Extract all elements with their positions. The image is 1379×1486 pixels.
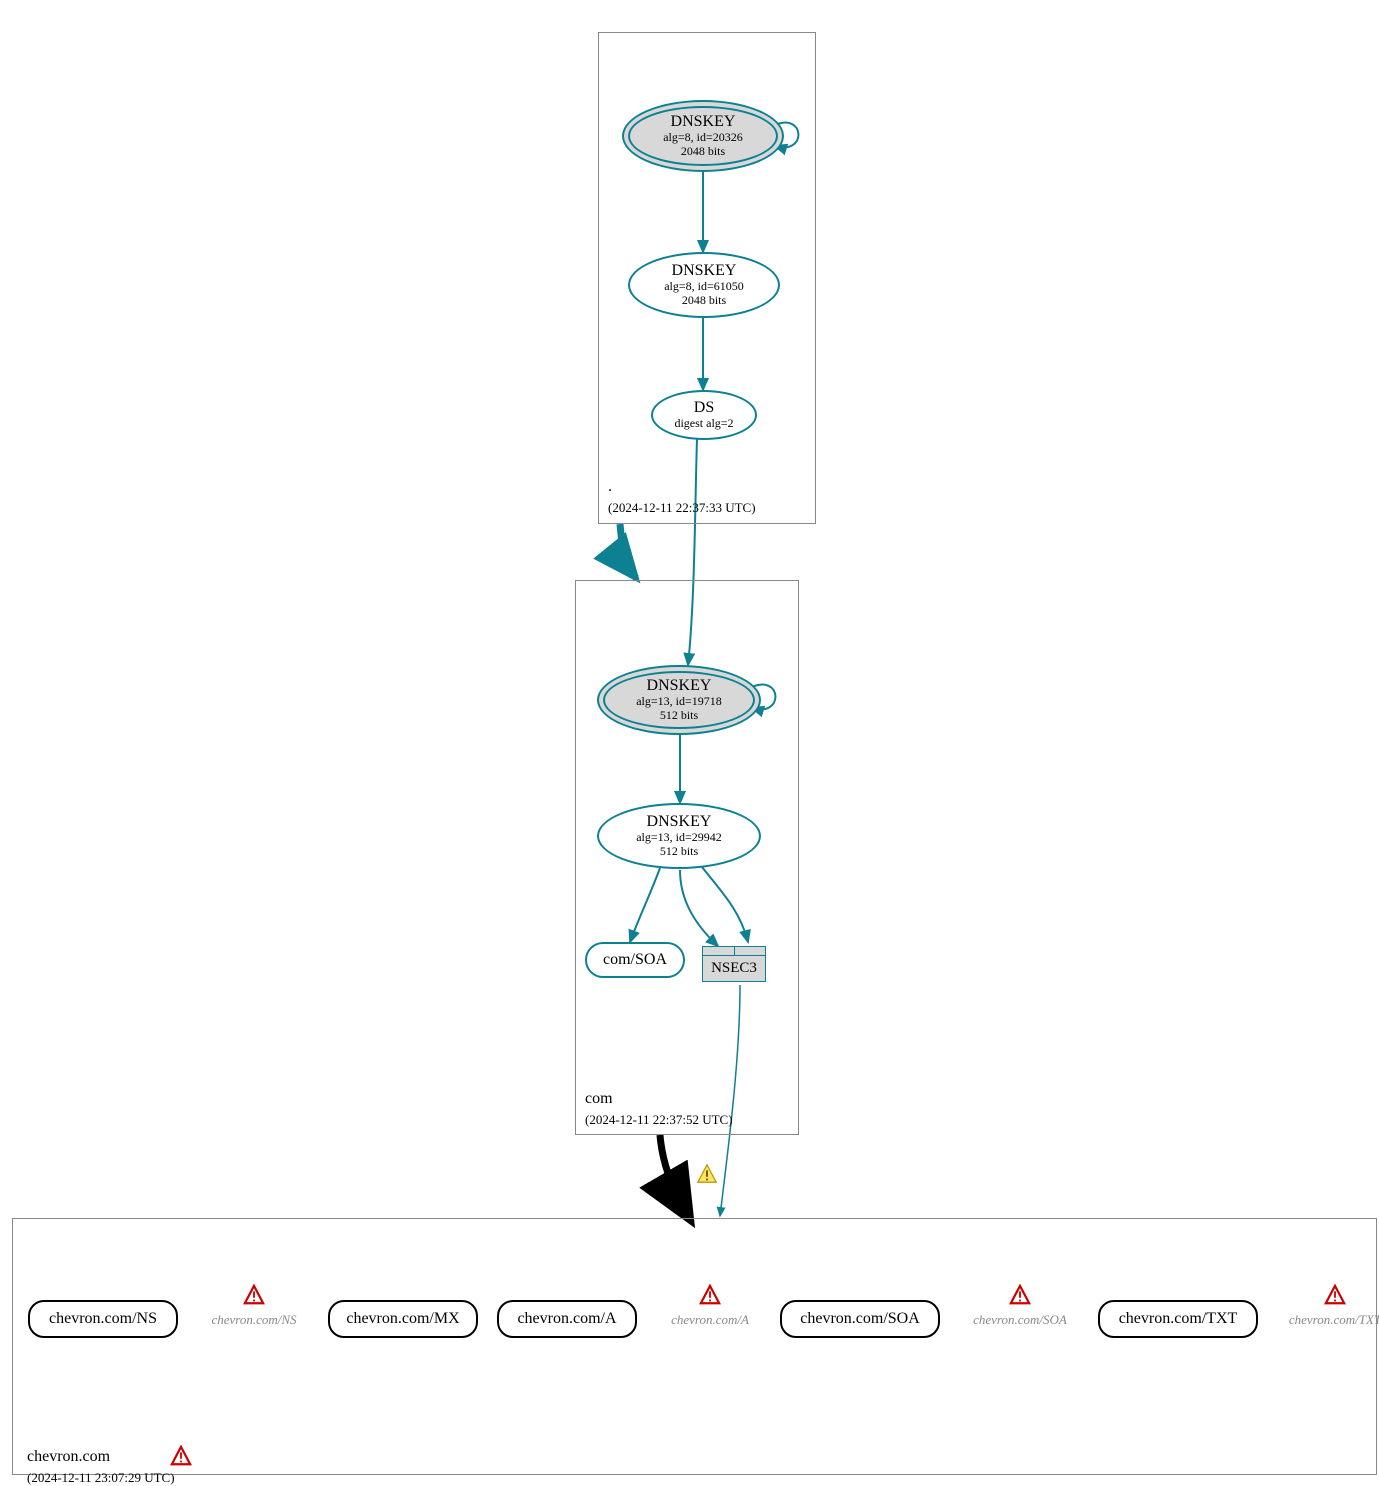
zone-domain — [12, 1218, 1377, 1475]
node-line1: alg=13, id=29942 — [636, 831, 722, 845]
record-label: chevron.com/SOA — [800, 1310, 920, 1328]
error-icon — [1324, 1284, 1346, 1306]
ghost-record: chevron.com/SOA — [958, 1312, 1082, 1328]
com-nsec3: NSEC3 — [702, 946, 766, 982]
error-icon — [699, 1284, 721, 1306]
record-chevron-com-soa: chevron.com/SOA — [780, 1300, 940, 1338]
node-title: DNSKEY — [647, 813, 712, 831]
node-line1: alg=8, id=61050 — [664, 280, 744, 294]
zone-domain-name: chevron.com — [27, 1448, 110, 1466]
zone-domain-timestamp: (2024-12-11 23:07:29 UTC) — [27, 1470, 175, 1486]
record-chevron-com-mx: chevron.com/MX — [328, 1300, 478, 1338]
record-label: chevron.com/MX — [346, 1310, 459, 1328]
node-label: NSEC3 — [711, 960, 757, 977]
error-icon — [243, 1284, 265, 1306]
node-line2: 512 bits — [660, 845, 698, 859]
node-line1: alg=13, id=19718 — [636, 695, 722, 709]
node-title: DNSKEY — [672, 262, 737, 280]
node-label: com/SOA — [603, 951, 667, 969]
com-soa: com/SOA — [585, 942, 685, 978]
root-ksk: DNSKEY alg=8, id=20326 2048 bits — [622, 100, 784, 172]
record-chevron-com-a: chevron.com/A — [497, 1300, 637, 1338]
node-title: DNSKEY — [671, 113, 736, 131]
record-label: chevron.com/NS — [49, 1310, 157, 1328]
root-ds: DS digest alg=2 — [651, 390, 757, 440]
ghost-record: chevron.com/A — [655, 1312, 765, 1328]
ghost-record: chevron.com/TXT — [1276, 1312, 1379, 1328]
record-chevron-com-ns: chevron.com/NS — [28, 1300, 178, 1338]
warning-icon — [696, 1163, 718, 1185]
zone-root-timestamp: (2024-12-11 22:37:33 UTC) — [608, 500, 756, 516]
error-icon — [1009, 1284, 1031, 1306]
node-line2: 2048 bits — [681, 145, 725, 159]
zone-root-name: . — [608, 478, 612, 496]
node-line2: 512 bits — [660, 709, 698, 723]
record-chevron-com-txt: chevron.com/TXT — [1098, 1300, 1258, 1338]
node-title: DS — [694, 399, 714, 417]
node-line1: digest alg=2 — [674, 417, 733, 431]
zone-com-name: com — [585, 1090, 613, 1108]
error-icon — [170, 1445, 192, 1467]
node-title: DNSKEY — [647, 677, 712, 695]
dnssec-graph: . (2024-12-11 22:37:33 UTC) DNSKEY alg=8… — [0, 0, 1379, 1477]
record-label: chevron.com/TXT — [1119, 1310, 1238, 1328]
com-ksk: DNSKEY alg=13, id=19718 512 bits — [597, 665, 761, 735]
record-label: chevron.com/A — [517, 1310, 616, 1328]
root-zsk: DNSKEY alg=8, id=61050 2048 bits — [628, 252, 780, 318]
zone-com-timestamp: (2024-12-11 22:37:52 UTC) — [585, 1112, 733, 1128]
com-zsk: DNSKEY alg=13, id=29942 512 bits — [597, 803, 761, 869]
node-line2: 2048 bits — [682, 294, 726, 308]
ghost-record: chevron.com/NS — [195, 1312, 313, 1328]
node-line1: alg=8, id=20326 — [663, 131, 743, 145]
